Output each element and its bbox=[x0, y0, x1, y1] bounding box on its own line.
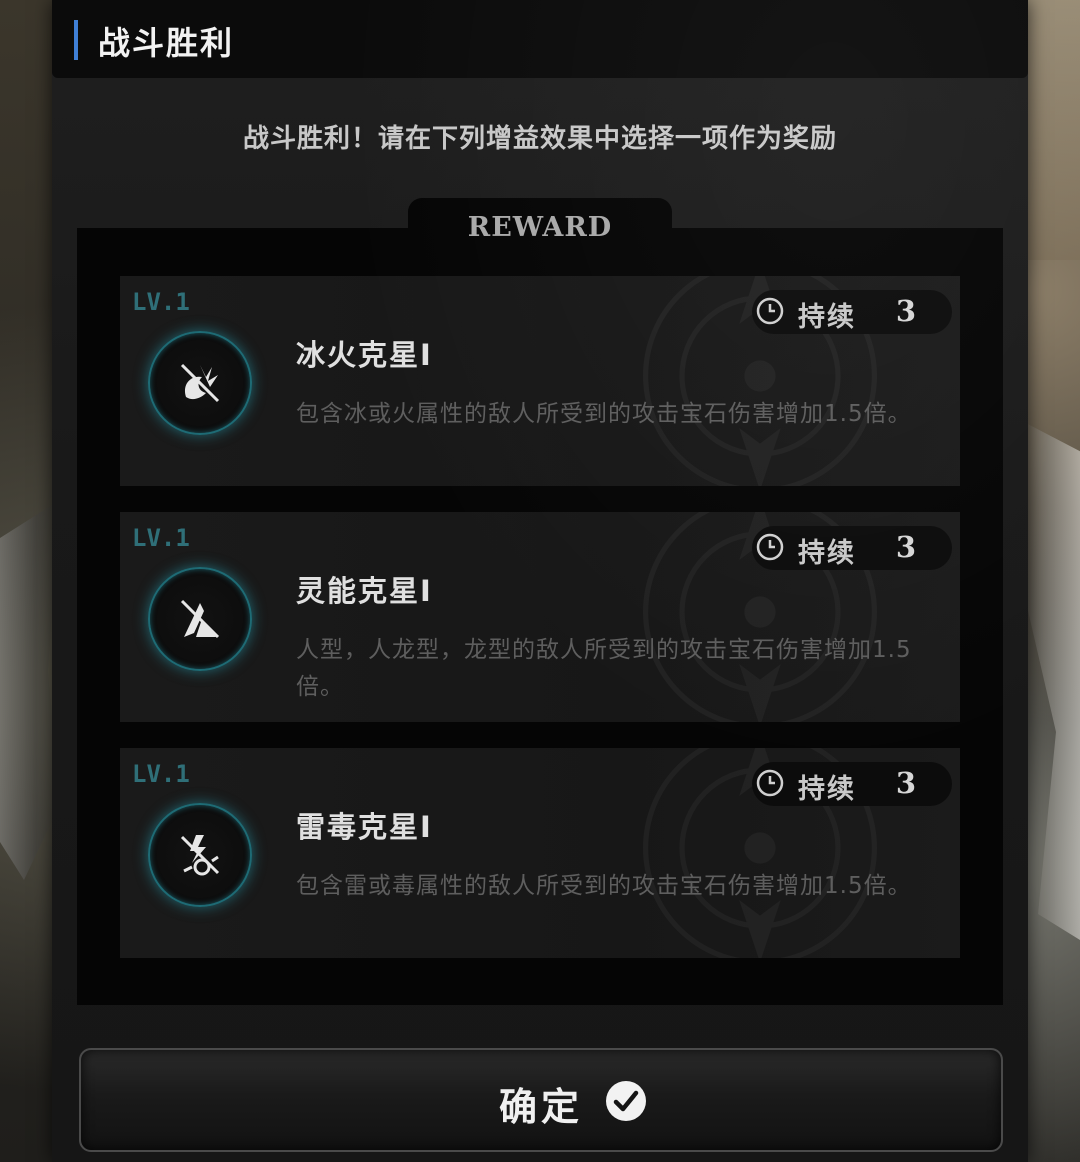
card-level: LV.1 bbox=[132, 760, 190, 788]
duration-label: 持续 bbox=[798, 302, 856, 333]
duration-value: 3 bbox=[895, 530, 916, 564]
duration-value: 3 bbox=[895, 294, 916, 328]
confirm-button[interactable]: 确定 bbox=[79, 1048, 1003, 1152]
reward-tab: REWARD bbox=[408, 198, 672, 258]
card-description: 包含雷或毒属性的敌人所受到的攻击宝石伤害增加1.5倍。 bbox=[296, 873, 912, 899]
duration-label: 持续 bbox=[798, 774, 856, 805]
psionic-bane-icon bbox=[148, 567, 252, 671]
dialog-header: 战斗胜利 bbox=[52, 0, 1028, 78]
duration-value: 3 bbox=[895, 766, 916, 800]
reward-panel: LV.1 冰火克星Ⅰ 包含冰或火属性的敌人所受到的攻击宝石伤害增加1.5倍。 持… bbox=[77, 228, 1003, 1005]
card-level: LV.1 bbox=[132, 524, 190, 552]
battle-victory-dialog: 战斗胜利 战斗胜利！请在下列增益效果中选择一项作为奖励 LV.1 冰火克星Ⅰ 包… bbox=[52, 0, 1028, 1162]
confirm-button-label: 确定 bbox=[499, 1085, 584, 1129]
card-name: 雷毒克星Ⅰ bbox=[296, 810, 433, 844]
background-scenery-top-right bbox=[1020, 0, 1080, 260]
duration-badge: 持续 3 bbox=[752, 290, 952, 334]
reward-instruction: 战斗胜利！请在下列增益效果中选择一项作为奖励 bbox=[242, 124, 837, 154]
reward-card-thunder-poison[interactable]: LV.1 雷毒克星Ⅰ 包含雷或毒属性的敌人所受到的攻击宝石伤害增加1.5倍。 持… bbox=[120, 748, 960, 958]
checkmark-circle-icon bbox=[606, 1081, 646, 1121]
card-name: 灵能克星Ⅰ bbox=[296, 574, 433, 608]
clock-icon bbox=[756, 297, 784, 325]
card-level: LV.1 bbox=[132, 288, 190, 316]
card-description: 包含冰或火属性的敌人所受到的攻击宝石伤害增加1.5倍。 bbox=[296, 401, 912, 427]
thunder-poison-bane-icon bbox=[148, 803, 252, 907]
ice-fire-bane-icon bbox=[148, 331, 252, 435]
card-name: 冰火克星Ⅰ bbox=[296, 338, 433, 372]
background-character-left bbox=[0, 500, 60, 880]
background-character-right bbox=[1020, 420, 1080, 940]
clock-icon bbox=[756, 533, 784, 561]
reward-card-ice-fire[interactable]: LV.1 冰火克星Ⅰ 包含冰或火属性的敌人所受到的攻击宝石伤害增加1.5倍。 持… bbox=[120, 276, 960, 486]
duration-badge: 持续 3 bbox=[752, 762, 952, 806]
duration-label: 持续 bbox=[798, 538, 856, 569]
header-accent-bar bbox=[74, 20, 78, 60]
reward-tab-label: REWARD bbox=[467, 212, 613, 243]
card-description: 人型，人龙型，龙型的敌人所受到的攻击宝石伤害增加1.5倍。 bbox=[296, 637, 912, 700]
reward-card-psionic[interactable]: LV.1 灵能克星Ⅰ 人型，人龙型，龙型的敌人所受到的攻击宝石伤害增加1.5倍。… bbox=[120, 512, 960, 722]
dialog-title: 战斗胜利 bbox=[98, 24, 235, 62]
clock-icon bbox=[756, 769, 784, 797]
duration-badge: 持续 3 bbox=[752, 526, 952, 570]
